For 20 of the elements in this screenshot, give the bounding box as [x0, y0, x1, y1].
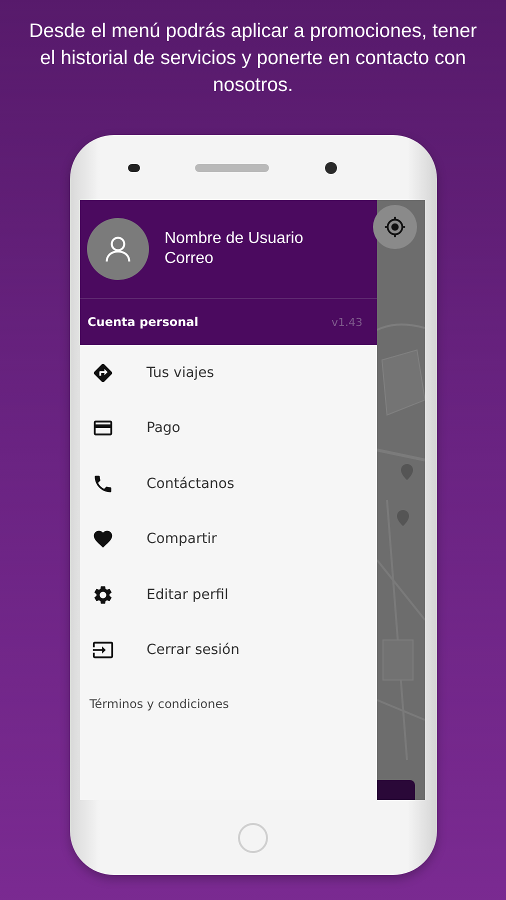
user-email: Correo [164, 249, 214, 269]
headline: Desde el menú podrás aplicar a promociones, tener el historial de servicios y ponerte en contacto con nosotros. [28, 19, 478, 98]
sensor-icon [128, 164, 140, 172]
settings-icon [92, 584, 114, 606]
terms-link[interactable]: Términos y condiciones [90, 697, 229, 711]
menu-item[interactable]: Cerrar sesión [80, 622, 376, 678]
camera-icon [324, 162, 336, 174]
directions-icon [92, 362, 114, 384]
version-label: v1.43 [331, 316, 362, 328]
menu-item[interactable]: Compartir [80, 512, 376, 567]
target-icon [384, 216, 406, 238]
menu-item[interactable]: Pago [80, 400, 376, 456]
heart-icon [92, 528, 114, 550]
menu-item[interactable]: Tus viajes [80, 345, 376, 400]
user-name: Nombre de Usuario [164, 229, 304, 249]
menu-item[interactable]: Editar perfil [80, 567, 376, 622]
menu-item[interactable]: Contáctanos [80, 456, 376, 512]
home-button[interactable] [238, 822, 268, 852]
account-label: Cuenta personal [88, 315, 198, 329]
action-button[interactable] [376, 780, 414, 800]
